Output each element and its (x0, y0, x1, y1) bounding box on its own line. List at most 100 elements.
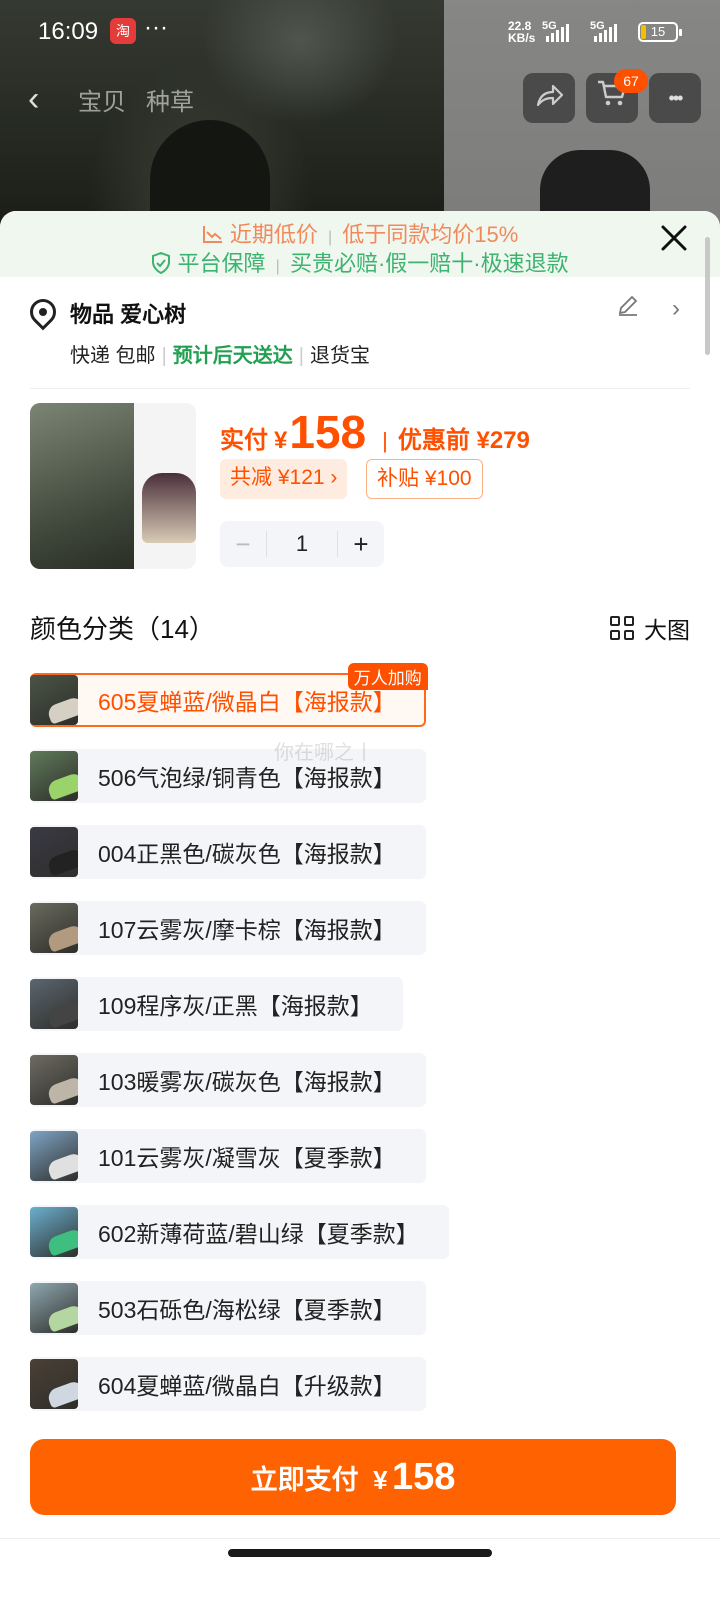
app-notification-icon: 淘 (110, 18, 136, 44)
shipping-separator: | (161, 345, 167, 367)
product-thumbnail[interactable] (30, 403, 196, 569)
pay-now-currency: ¥ (373, 1465, 388, 1495)
variant-thumbnail (30, 1359, 78, 1409)
variant-header: 颜色分类（14） 大图 (30, 609, 690, 649)
price-row: 实付 ¥ 158 | 优惠前 ¥279 (220, 405, 530, 459)
variant-label: 503石砾色/海松绿【夏季款】 (98, 1297, 396, 1323)
variant-label: 604夏蝉蓝/微晶白【升级款】 (98, 1373, 396, 1399)
battery-value: 15 (650, 24, 666, 39)
variant-list: 605夏蝉蓝/微晶白【海报款】 万人加购 506气泡绿/铜青色【海报款】 004正黑色… (30, 663, 690, 1433)
variant-row: 004正黑色/碳灰色【海报款】 (30, 825, 690, 901)
network-speed-unit: KB/s (508, 31, 536, 45)
scrollbar[interactable] (705, 237, 710, 355)
battery-icon: 15 (638, 22, 682, 42)
tab-item[interactable]: 宝贝 (78, 82, 126, 117)
pay-now-label: 立即支付 (250, 1465, 359, 1495)
popular-badge: 万人加购 (347, 663, 428, 690)
variant-thumbnail (30, 675, 78, 725)
variant-option[interactable]: 602新薄荷蓝/碧山绿【夏季款】 (30, 1205, 449, 1259)
variant-row: 107云雾灰/摩卡棕【海报款】 (30, 901, 690, 977)
variant-thumbnail (30, 1283, 78, 1333)
variant-row: 503石砾色/海松绿【夏季款】 (30, 1281, 690, 1357)
pay-now-amount: 158 (391, 1456, 456, 1498)
status-time: 16:09 (38, 18, 99, 45)
quantity-value[interactable]: 1 (266, 531, 338, 557)
share-icon (536, 84, 564, 107)
status-bar: 16:09 淘 ··· 22.8 KB/s 5G 5G 15 (0, 0, 720, 66)
variant-option[interactable]: 101云雾灰/凝雪灰【夏季款】 (30, 1129, 426, 1183)
variant-option[interactable]: 103暖雾灰/碳灰色【海报款】 (30, 1053, 426, 1107)
pay-price: 158 (289, 406, 367, 458)
decrease-button[interactable]: − (220, 529, 266, 560)
variant-option[interactable]: 503石砾色/海松绿【夏季款】 (30, 1281, 426, 1335)
variant-thumbnail (30, 1207, 78, 1257)
variant-row: 109程序灰/正黑【海报款】 (30, 977, 690, 1053)
variant-option[interactable]: 605夏蝉蓝/微晶白【海报款】 万人加购 (30, 663, 428, 727)
trend-down-icon (202, 226, 222, 243)
guarantee-notice: 平台保障 | 买贵必赔·假一赔十·极速退款 (0, 246, 720, 278)
grid-icon (610, 616, 634, 640)
chevron-right-icon[interactable]: › (672, 295, 680, 323)
variant-row: 604夏蝉蓝/微晶白【升级款】 (30, 1357, 690, 1433)
top-nav: ‹ 宝贝 种草 67 ••• (0, 69, 720, 126)
variant-label: 101云雾灰/凝雪灰【夏季款】 (98, 1145, 396, 1171)
low-price-title: 近期低价 (229, 222, 318, 247)
delivery-estimate: 预计后天送达 (172, 345, 293, 367)
variant-title: 颜色分类（14） (30, 614, 215, 644)
variant-thumbnail (30, 903, 78, 953)
variant-thumbnail (30, 1131, 78, 1181)
network-speed: 22.8 KB/s (508, 20, 535, 44)
product-thumbnail-photo (30, 403, 134, 569)
shipping-separator-2: | (298, 345, 304, 367)
variant-label: 103暖雾灰/碳灰色【海报款】 (98, 1069, 396, 1095)
shipping-method: 快递 包邮 (70, 345, 156, 367)
variant-row: 101云雾灰/凝雪灰【夏季款】 (30, 1129, 690, 1205)
variant-row: 103暖雾灰/碳灰色【海报款】 (30, 1053, 690, 1129)
big-view-label: 大图 (644, 617, 690, 643)
product-thumbnail-shoe (142, 473, 196, 543)
variant-row: 602新薄荷蓝/碧山绿【夏季款】 (30, 1205, 690, 1281)
variant-thumbnail (30, 827, 78, 877)
big-view-toggle[interactable]: 大图 (610, 611, 690, 645)
edit-icon[interactable] (616, 293, 640, 324)
return-insurance: 退货宝 (309, 345, 370, 367)
quantity-stepper: − 1 + (220, 521, 384, 567)
recipient-name: 物品 爱心树 (70, 302, 187, 327)
variant-option[interactable]: 109程序灰/正黑【海报款】 (30, 977, 403, 1031)
currency-symbol: ¥ (274, 427, 288, 454)
share-button[interactable] (523, 73, 575, 123)
guarantee-title: 平台保障 (177, 251, 266, 276)
pay-label: 实付 (220, 427, 268, 454)
address-row[interactable]: 物品 爱心树 › 快递 包邮 | 预计后天送达 | 退货宝 (24, 293, 690, 389)
variant-thumbnail (30, 751, 78, 801)
signal-icon (546, 24, 569, 42)
variant-label: 004正黑色/碳灰色【海报款】 (98, 841, 396, 867)
location-pin-icon (24, 293, 62, 331)
pay-now-button[interactable]: 立即支付 ¥ 158 (30, 1439, 676, 1515)
back-icon[interactable]: ‹ (28, 80, 39, 119)
cart-button[interactable]: 67 (586, 69, 648, 123)
variant-thumbnail (30, 1055, 78, 1105)
close-icon (661, 225, 687, 251)
guarantee-detail: 买贵必赔·假一赔十·极速退款 (289, 251, 569, 276)
increase-button[interactable]: + (338, 529, 384, 560)
purchase-sheet: 近期低价 | 低于同款均价15% 平台保障 | 买贵必赔·假一赔十·极速退款 物… (0, 211, 720, 1600)
signal-icon-2 (594, 24, 617, 42)
variant-option[interactable]: 004正黑色/碳灰色【海报款】 (30, 825, 426, 879)
discount-breakdown-chip[interactable]: 共减 ¥121 › (220, 459, 348, 499)
price-divider: | (382, 428, 388, 453)
variant-thumbnail (30, 979, 78, 1029)
status-more-icon: ··· (144, 14, 168, 41)
tab-seeding[interactable]: 种草 (146, 82, 194, 117)
more-button[interactable]: ••• (649, 73, 701, 123)
background-page: 16:09 淘 ··· 22.8 KB/s 5G 5G 15 ‹ 宝贝 种草 6… (0, 0, 720, 240)
close-button[interactable] (656, 223, 692, 259)
promo-separator: | (327, 229, 333, 246)
shipping-info: 快递 包邮 | 预计后天送达 | 退货宝 (70, 339, 370, 368)
home-indicator[interactable] (228, 1549, 492, 1557)
product-summary: 实付 ¥ 158 | 优惠前 ¥279 共减 ¥121 › 补贴 ¥100 − … (30, 403, 690, 583)
low-price-notice: 近期低价 | 低于同款均价15% (0, 217, 720, 249)
variant-option[interactable]: 604夏蝉蓝/微晶白【升级款】 (30, 1357, 426, 1411)
promo-separator-2: | (275, 258, 280, 275)
variant-option[interactable]: 107云雾灰/摩卡棕【海报款】 (30, 901, 426, 955)
